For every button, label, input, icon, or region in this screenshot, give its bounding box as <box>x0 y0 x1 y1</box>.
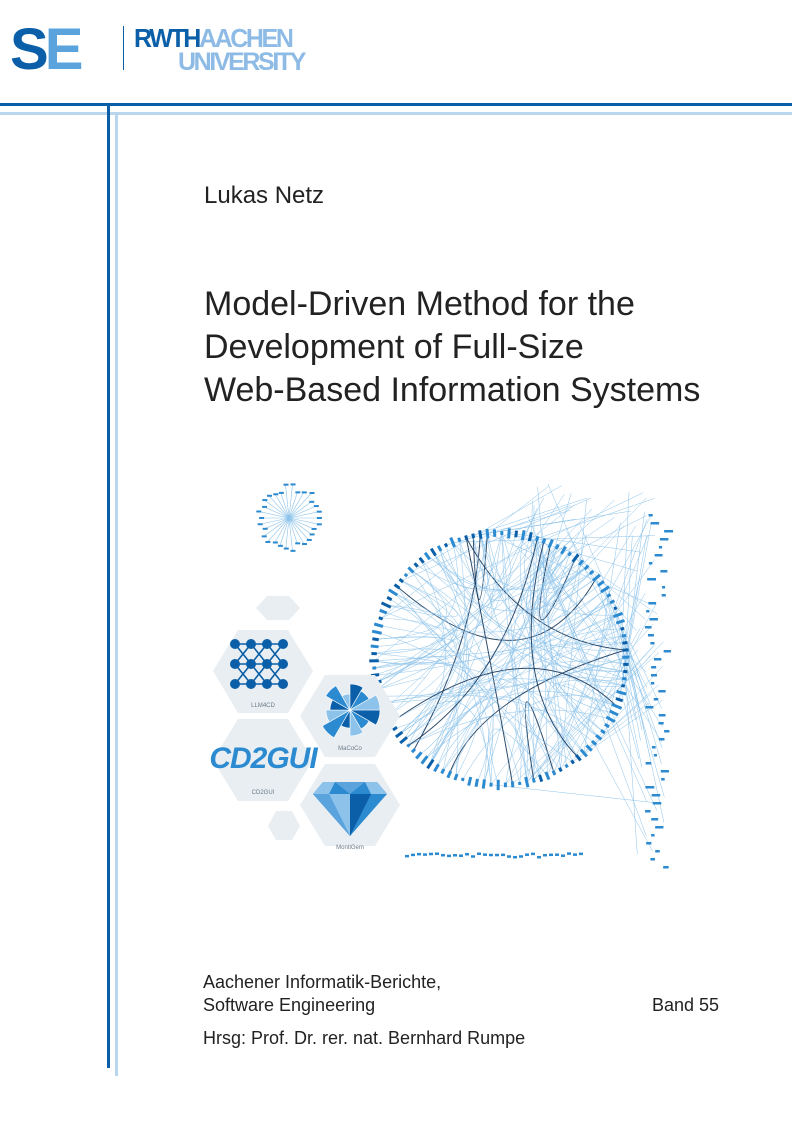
university-text: UNIVERSITY <box>178 48 306 76</box>
side-rule-light <box>115 112 118 1076</box>
header-rule-dark <box>0 103 792 106</box>
logo-separator <box>123 26 124 70</box>
small-cluster <box>256 483 322 552</box>
side-rule-dark <box>107 103 110 1068</box>
se-logo-e: E <box>44 17 84 82</box>
book-title: Model-Driven Method for the Development … <box>204 283 764 412</box>
title-line-3: Web-Based Information Systems <box>204 371 701 409</box>
series-line-2: Software Engineering <box>203 995 376 1015</box>
se-logo-letters: SE <box>10 21 83 79</box>
header-rule-light <box>0 112 792 115</box>
montigem-label: MontiGem <box>336 845 364 851</box>
author-name: Lukas Netz <box>204 182 325 209</box>
network-graph <box>369 483 674 869</box>
band-number: Band 55 <box>652 995 720 1015</box>
cd2gui-label: CD2GUI <box>252 790 275 796</box>
editor-line: Hrsg: Prof. Dr. rer. nat. Bernhard Rumpe <box>203 1028 526 1048</box>
se-logo-s: S <box>10 17 49 82</box>
macoco-label: MaCoCo <box>338 746 362 752</box>
cd2gui-logo: CD2GUI <box>209 742 318 775</box>
se-rwth-logo: SE RWTHAACHEN UNIVERSITY <box>10 21 310 79</box>
title-line-1: Model-Driven Method for the <box>204 285 635 323</box>
series-line-1: Aachener Informatik-Berichte, <box>203 972 442 992</box>
cover-illustration: LLM4CD MaCoCo CD2GUI CD2GUI MontiGem <box>209 483 674 869</box>
llm4cd-label: LLM4CD <box>251 703 275 709</box>
title-line-2: Development of Full-Size <box>204 328 584 366</box>
series-info: Aachener Informatik-Berichte, Software E… <box>203 971 441 1017</box>
